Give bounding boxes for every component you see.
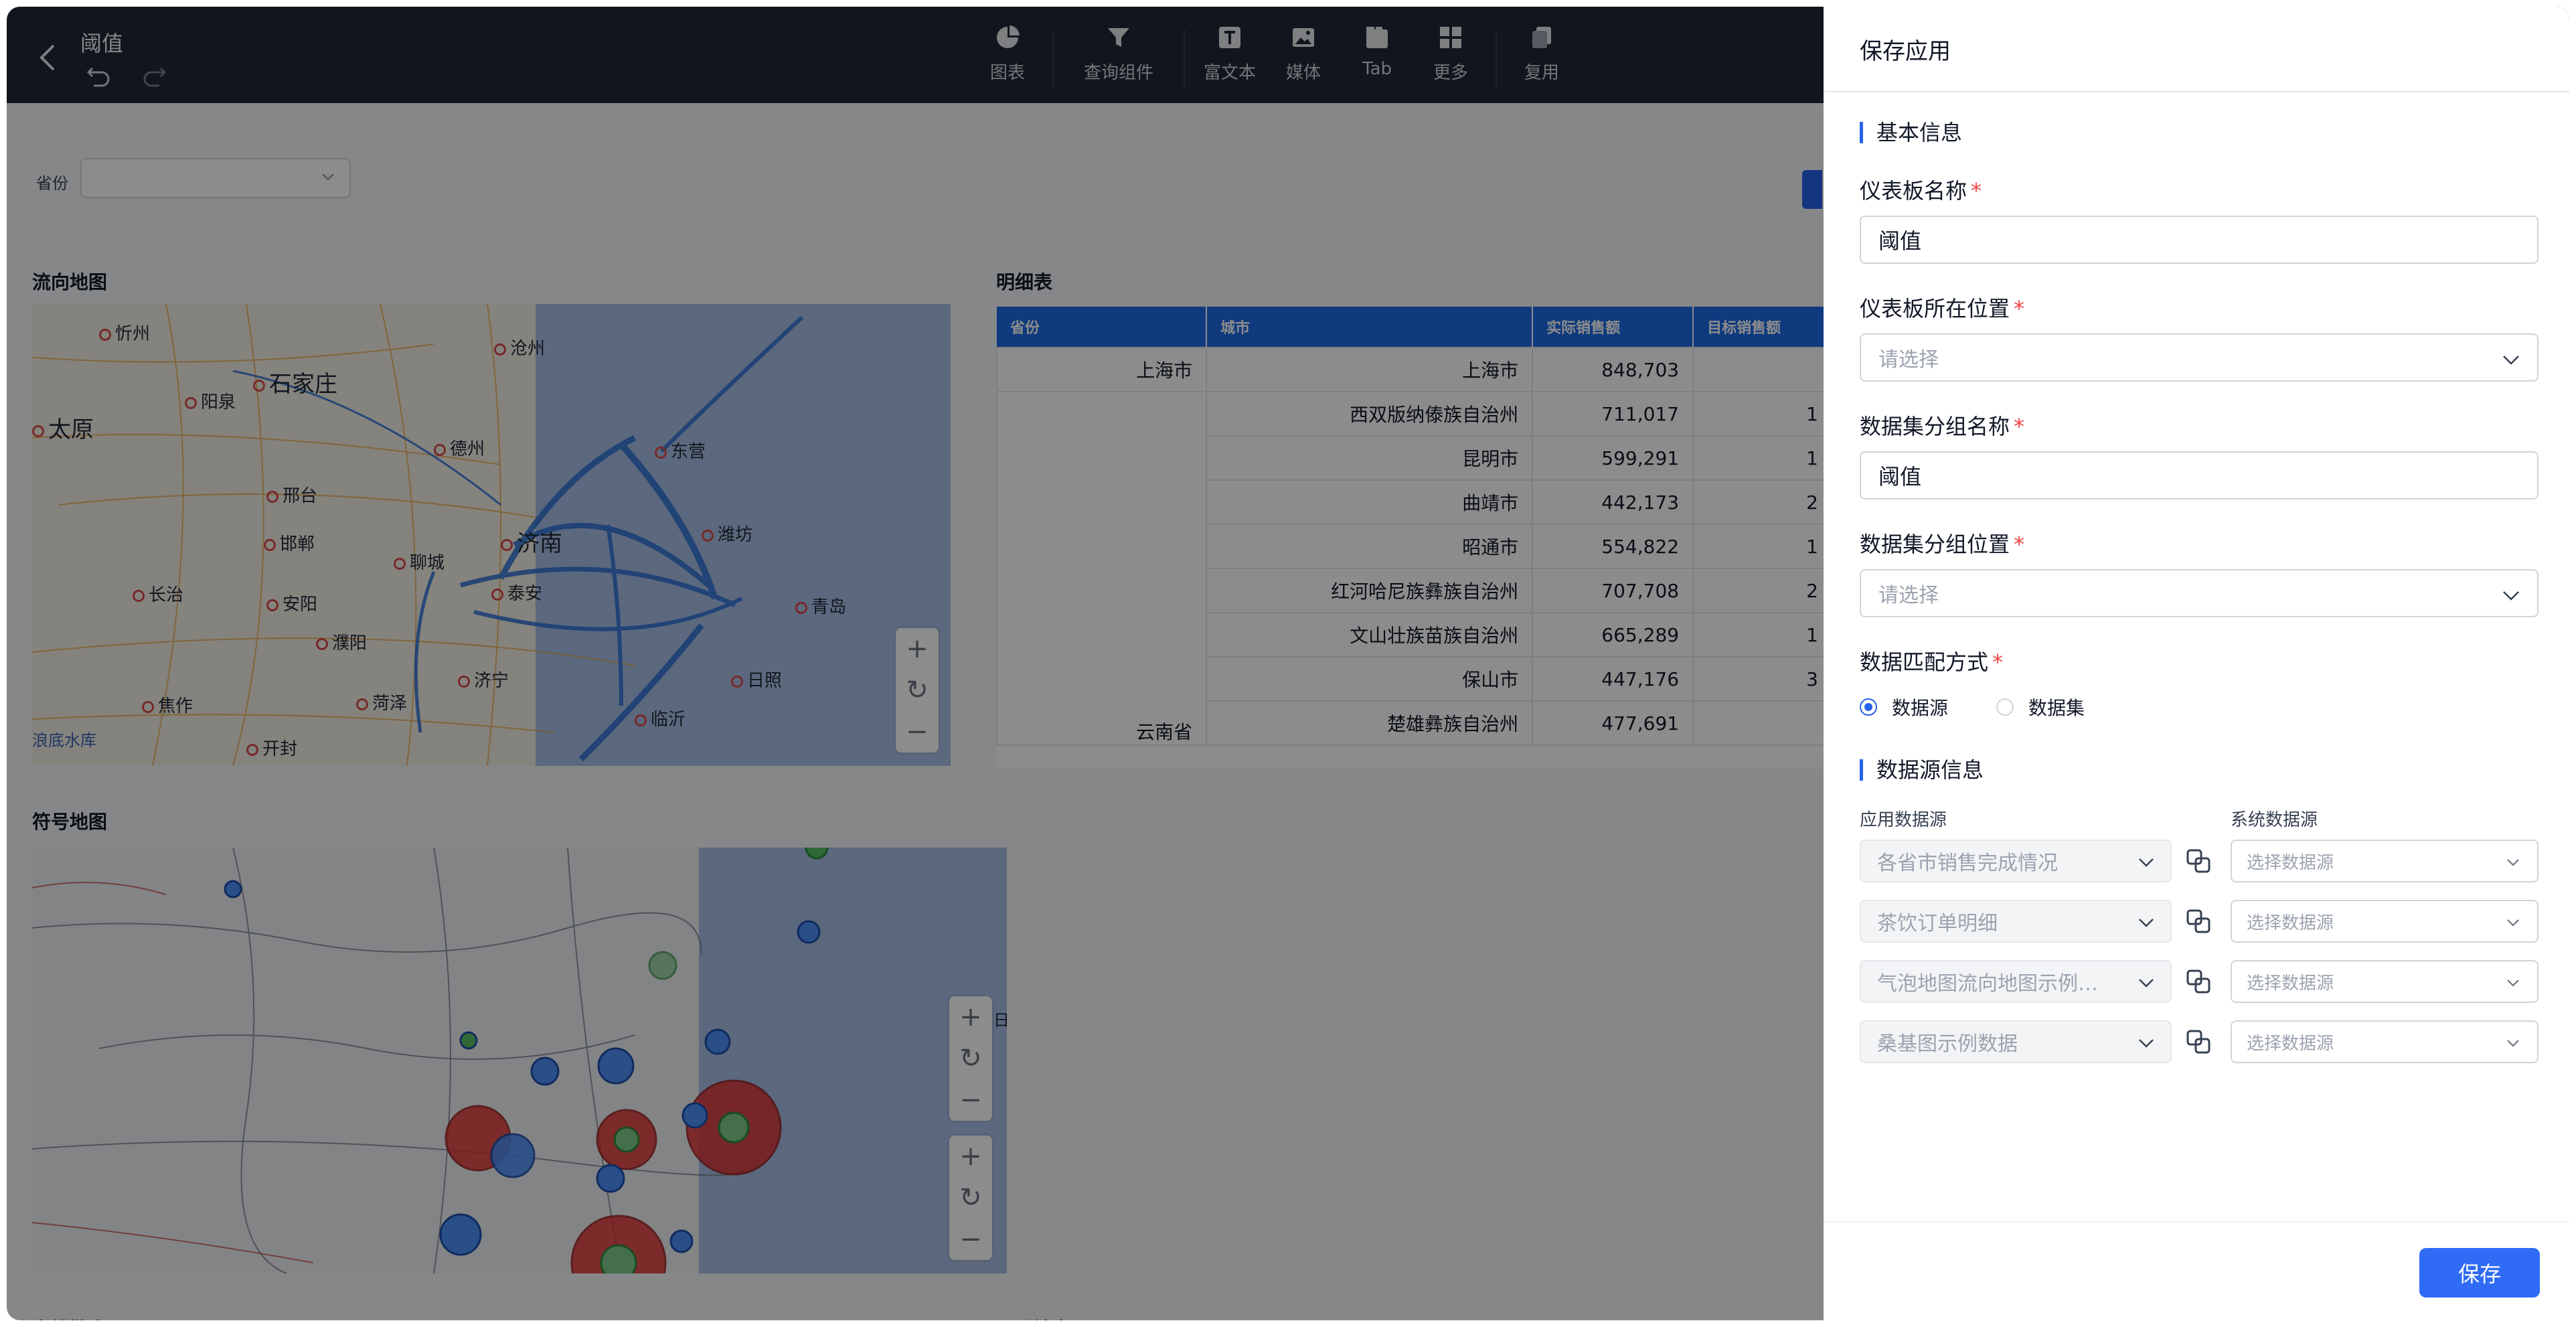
section-basic-info: 基本信息 bbox=[1860, 122, 1962, 143]
dataset-group-name-input[interactable]: 阈值 bbox=[1860, 451, 2539, 499]
system-datasource-select[interactable]: 选择数据源 bbox=[2231, 840, 2539, 882]
chevron-down-icon bbox=[2137, 853, 2156, 877]
radio-dataset[interactable] bbox=[1996, 698, 2014, 716]
save-app-drawer: 保存应用 基本信息 仪表板名称 * 阈值 仪表板所在位置 * 请选择 数据集分组名称… bbox=[1824, 7, 2569, 1320]
dataset-group-name-label: 数据集分组名称 * bbox=[1860, 414, 2025, 439]
chevron-down-icon bbox=[2505, 975, 2521, 996]
modal-overlay[interactable] bbox=[7, 7, 1824, 1320]
app-datasource-value: 茶饮订单明细 bbox=[1877, 912, 1998, 935]
app-datasource-value: 气泡地图流向地图示例… bbox=[1877, 972, 2098, 996]
chevron-down-icon bbox=[2505, 915, 2521, 935]
link-icon[interactable] bbox=[2184, 967, 2213, 996]
drawer-title: 保存应用 bbox=[1824, 7, 2569, 92]
select-placeholder: 选择数据源 bbox=[2247, 1033, 2334, 1054]
app-datasource-header: 应用数据源 bbox=[1860, 810, 1947, 830]
select-placeholder: 选择数据源 bbox=[2247, 852, 2334, 873]
app-datasource-select[interactable]: 各省市销售完成情况 bbox=[1860, 840, 2172, 882]
dashboard-location-select[interactable]: 请选择 bbox=[1860, 333, 2539, 382]
system-datasource-select[interactable]: 选择数据源 bbox=[2231, 1020, 2539, 1063]
chevron-down-icon bbox=[2505, 1035, 2521, 1056]
link-icon[interactable] bbox=[2184, 846, 2213, 876]
drawer-footer: 保存 bbox=[1824, 1221, 2569, 1320]
chevron-down-icon bbox=[2505, 854, 2521, 875]
chevron-down-icon bbox=[2137, 913, 2156, 937]
radio-label[interactable]: 数据源 bbox=[1892, 694, 1948, 720]
dataset-group-location-label: 数据集分组位置 * bbox=[1860, 532, 2025, 557]
dashboard-name-label: 仪表板名称 * bbox=[1860, 178, 1982, 204]
app-datasource-select[interactable]: 桑基图示例数据 bbox=[1860, 1020, 2172, 1063]
match-mode-label: 数据匹配方式 * bbox=[1860, 649, 2004, 675]
app-window: 阈值 图表 查询组件 富文本 媒体 Tab 更多 复用 省份 流向地图 忻州 石… bbox=[7, 7, 2569, 1320]
system-datasource-header: 系统数据源 bbox=[2231, 810, 2318, 830]
system-datasource-select[interactable]: 选择数据源 bbox=[2231, 900, 2539, 943]
link-icon[interactable] bbox=[2184, 907, 2213, 936]
chevron-down-icon bbox=[2501, 349, 2521, 375]
chevron-down-icon bbox=[2137, 1034, 2156, 1058]
radio-label[interactable]: 数据集 bbox=[2028, 694, 2085, 720]
radio-datasource[interactable] bbox=[1860, 698, 1877, 716]
dashboard-name-input[interactable]: 阈值 bbox=[1860, 216, 2539, 264]
link-icon[interactable] bbox=[2184, 1027, 2213, 1057]
dashboard-location-label: 仪表板所在位置 * bbox=[1860, 296, 2025, 321]
app-datasource-value: 桑基图示例数据 bbox=[1877, 1032, 2018, 1056]
match-mode-radio-group: 数据源 数据集 bbox=[1860, 694, 2085, 720]
dataset-group-location-select[interactable]: 请选择 bbox=[1860, 569, 2539, 617]
save-button[interactable]: 保存 bbox=[2419, 1248, 2540, 1298]
section-datasource-info: 数据源信息 bbox=[1860, 759, 1984, 781]
app-datasource-select[interactable]: 茶饮订单明细 bbox=[1860, 900, 2172, 943]
chevron-down-icon bbox=[2137, 973, 2156, 998]
system-datasource-select[interactable]: 选择数据源 bbox=[2231, 960, 2539, 1003]
chevron-down-icon bbox=[2501, 585, 2521, 611]
select-placeholder: 选择数据源 bbox=[2247, 973, 2334, 994]
select-placeholder: 请选择 bbox=[1878, 348, 1939, 372]
select-placeholder: 请选择 bbox=[1878, 584, 1939, 607]
select-placeholder: 选择数据源 bbox=[2247, 913, 2334, 933]
app-datasource-value: 各省市销售完成情况 bbox=[1877, 852, 2058, 875]
app-datasource-select[interactable]: 气泡地图流向地图示例… bbox=[1860, 960, 2172, 1003]
